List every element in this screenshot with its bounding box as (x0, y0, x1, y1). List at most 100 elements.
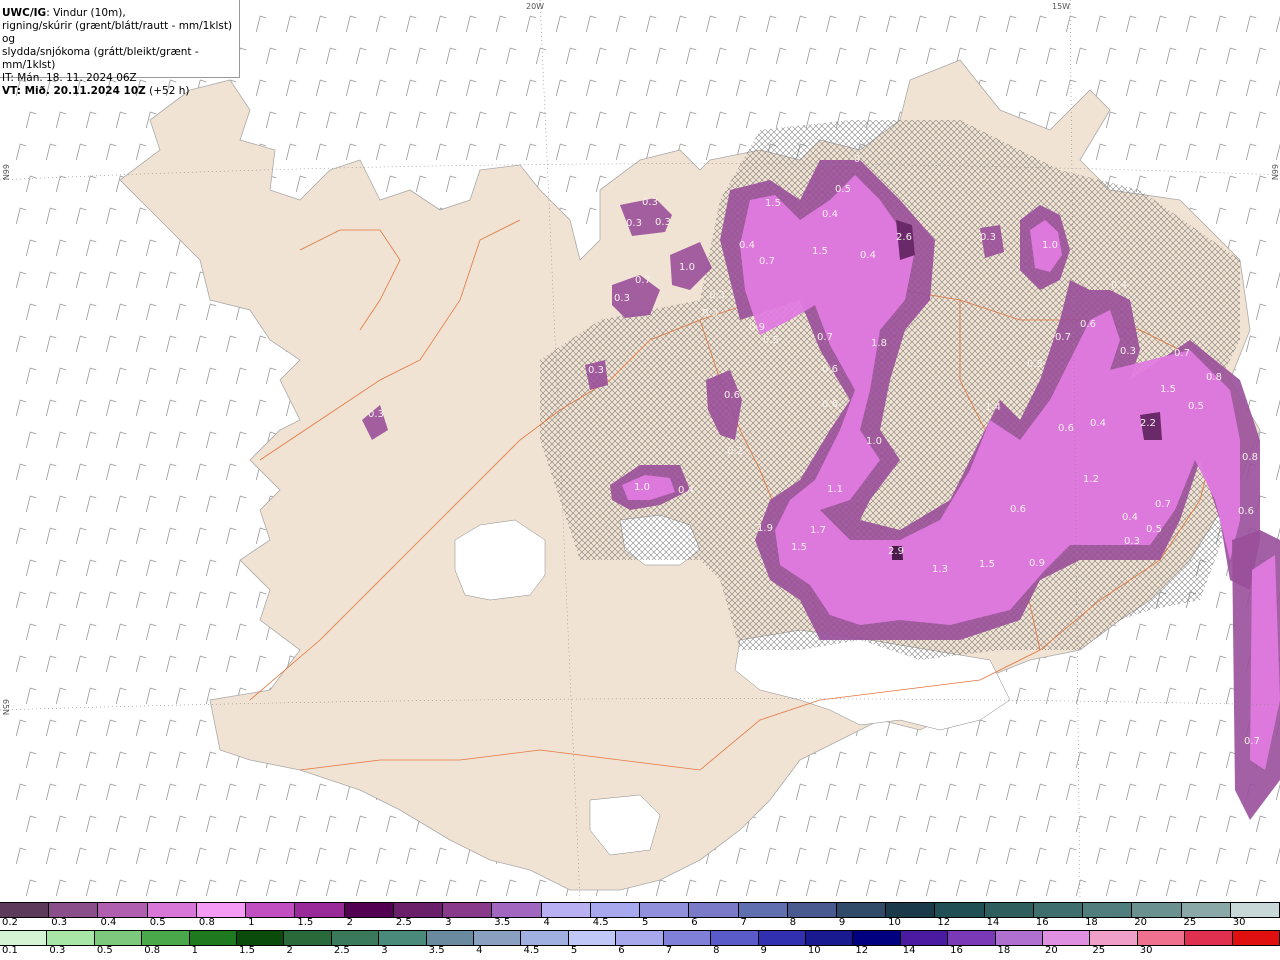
legend-swatch (1137, 931, 1186, 945)
info-line1: : Vindur (10m), (46, 7, 126, 19)
legend-label: 14 (902, 945, 916, 956)
glacier-langjokull (454, 519, 546, 601)
precip-value-label: 1.5 (812, 246, 828, 257)
legend-label: 7 (665, 945, 673, 956)
precip-value-label: 0.2 (727, 446, 743, 457)
legend-label: 3 (445, 917, 452, 928)
legend-label: 8 (789, 917, 797, 928)
precip-value-label: 0.4 (822, 209, 838, 220)
legend-swatch (521, 931, 569, 945)
legend-label: 0.3 (49, 945, 66, 956)
map-info-box: UWC/IG: Vindur (10m), rigning/skúrir (gr… (0, 0, 240, 97)
map-svg: 0 0.5 0.3 1.5 0.4 0.3 0.3 2.6 0.3 1.0 0.4 1.5 0.4 0.7… (0, 0, 1280, 900)
legend-label: 25 (1092, 945, 1106, 956)
legend-swatch (853, 931, 901, 945)
precip-value-label: 0.9 (1029, 558, 1045, 569)
legend-label: 18 (997, 945, 1011, 956)
precip-value-label: 1.5 (791, 542, 807, 553)
legend-swatch (196, 903, 247, 917)
legend-label: 3.5 (428, 945, 445, 956)
legend-label: 1 (191, 945, 198, 956)
legend-label: 20 (1044, 945, 1058, 956)
legend-swatch (541, 903, 591, 917)
legend-label: 16 (950, 945, 963, 956)
precip-value-label: 1.3 (932, 564, 948, 575)
legend-swatch (1181, 903, 1231, 917)
legend-label: 2 (286, 945, 293, 956)
legend-label: 30 (1232, 917, 1246, 928)
grid-label-66n-left: 66N (1, 164, 10, 181)
legend-swatch (147, 903, 197, 917)
legend-swatch (995, 931, 1043, 945)
rain-scale-labels: 0.1 0.3 0.5 0.8 1 1.5 2 2.5 3 3.5 4 4.5 5 6 7 8 9 10 12 14 1… (0, 945, 1280, 959)
legend-label: 20 (1134, 917, 1148, 928)
legend-swatch (0, 931, 48, 945)
legend-label: 9 (838, 917, 846, 928)
legend-swatch (984, 903, 1034, 917)
precip-value-label: 0.3 (1120, 346, 1136, 357)
legend-swatch (836, 903, 887, 917)
legend-swatch (393, 903, 444, 917)
precip-value-label: 1.5 (1160, 384, 1176, 395)
legend-label: 4 (476, 945, 483, 956)
legend-label: 2 (346, 917, 353, 928)
legend-label: 0.8 (144, 945, 161, 956)
precip-value-label: 0.4 (1111, 280, 1127, 291)
legend-label: 30 (1139, 945, 1153, 956)
precip-value-label: 0.4 (1122, 512, 1138, 523)
precip-value-label: 1.5 (979, 559, 995, 570)
precip-value-label: 1.0 (866, 436, 882, 447)
legend-swatch (237, 931, 285, 945)
precip-value-label: 0.3 (1124, 536, 1140, 547)
legend-label: 6 (618, 945, 625, 956)
legend-swatch (0, 903, 50, 917)
legend-swatch (49, 903, 99, 917)
legend-label: 4.5 (592, 917, 609, 928)
precip-value-label: 0.3 (702, 308, 718, 319)
precip-value-label: 0.5 (1188, 401, 1204, 412)
valid-time: VT: Mið. 20.11.2024 10Z (2, 85, 146, 97)
precip-value-label: 0.6 (1058, 423, 1074, 434)
precip-value-label: 0.3 (642, 197, 658, 208)
precip-value-label: 0.4 (739, 240, 755, 251)
legend-label: 25 (1183, 917, 1197, 928)
legend-swatch (738, 903, 788, 917)
legend-label: 0.1 (2, 945, 18, 956)
precip-value-label: 0.7 (1244, 736, 1260, 747)
legend-label: 18 (1085, 917, 1098, 928)
precip-value-label: 0.6 (822, 399, 838, 410)
precip-value-label: 1.8 (871, 338, 887, 349)
legend-label: 3 (381, 945, 388, 956)
legend-swatch (331, 931, 380, 945)
legend-swatch (805, 931, 854, 945)
legend-swatch (142, 931, 190, 945)
rain-color-scale (0, 930, 1280, 946)
legend-label: 2.5 (395, 917, 412, 928)
legend-swatch (1083, 903, 1133, 917)
legend-swatch (1232, 931, 1280, 945)
product-code: UWC/IG (2, 7, 47, 19)
grid-label-15w: 15W (1052, 2, 1071, 11)
precip-value-label: 2.6 (896, 232, 912, 243)
legend-swatch (1033, 903, 1084, 917)
precip-value-label: 0.4 (860, 250, 876, 261)
grid-label-66n-right: 66N (1270, 164, 1279, 181)
precip-value-label: 0 (854, 154, 860, 165)
legend-label: 0.3 (51, 917, 68, 928)
precip-value-label: 1.0 (634, 482, 650, 493)
legend-swatch (711, 931, 759, 945)
precip-value-label: 0.6 (1010, 504, 1026, 515)
legend-swatch (1185, 931, 1233, 945)
legend-swatch (640, 903, 690, 917)
precip-value-label: 0.7 (817, 332, 833, 343)
rain-legend: 0.1 0.3 0.5 0.8 1 1.5 2 2.5 3 3.5 4 4.5 5 6 7 8 9 10 12 14 1… (0, 930, 1280, 960)
legend-swatch (590, 903, 641, 917)
legend-label: 9 (760, 945, 767, 956)
precip-value-label: 0.3 (709, 290, 725, 301)
legend-swatch (758, 931, 806, 945)
precip-value-label: 2.2 (1140, 418, 1156, 429)
legend-swatch (1042, 931, 1091, 945)
legend-swatch (284, 931, 332, 945)
precip-value-label: 1.5 (765, 198, 781, 209)
legend-label: 5 (642, 917, 649, 928)
